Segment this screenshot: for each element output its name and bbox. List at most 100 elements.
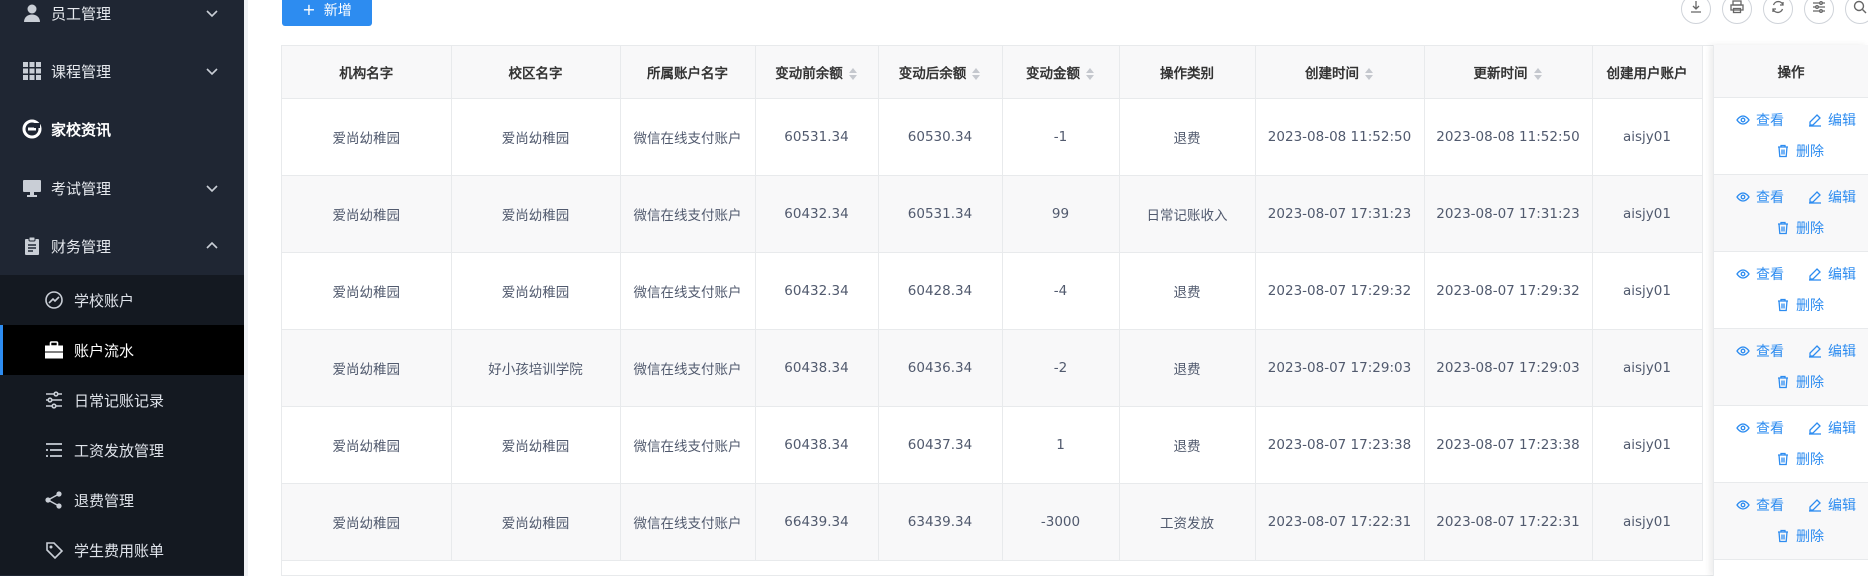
table-cell: 60432.34: [755, 252, 879, 330]
edit-button[interactable]: 编辑: [1808, 418, 1856, 438]
table-cell: 微信在线支付账户: [620, 252, 756, 330]
view-label: 查看: [1756, 113, 1784, 129]
tag-icon: [44, 540, 64, 560]
sidebar-item-label: 工资发放管理: [74, 441, 165, 460]
table-row[interactable]: 爱尚幼稚园 爱尚幼稚园 微信在线支付账户 60531.34 60530.34 -1 退费 20…: [282, 98, 1703, 176]
table-cell: -4: [1002, 252, 1120, 330]
column-header-updated[interactable]: 更新时间: [1424, 46, 1593, 99]
edit-button[interactable]: 编辑: [1808, 341, 1856, 361]
edit-button[interactable]: 编辑: [1808, 264, 1856, 284]
search-button[interactable]: [1845, 0, 1868, 24]
table-cell: 63439.34: [878, 483, 1003, 561]
view-button[interactable]: 查看: [1736, 187, 1784, 207]
eye-icon: [1736, 346, 1750, 356]
table-cell: 微信在线支付账户: [620, 175, 756, 253]
table-cell: 99: [1002, 175, 1120, 253]
edit-label: 编辑: [1828, 344, 1856, 360]
action-cell: 查看 编辑 删除: [1714, 406, 1868, 483]
table-row[interactable]: 爱尚幼稚园 爱尚幼稚园 微信在线支付账户 66439.34 63439.34 -3000 工…: [282, 483, 1703, 561]
add-button[interactable]: + 新增: [282, 0, 372, 26]
edit-button[interactable]: 编辑: [1808, 187, 1856, 207]
view-button[interactable]: 查看: [1736, 264, 1784, 284]
trash-icon: [1778, 452, 1788, 466]
column-settings-button[interactable]: [1804, 0, 1834, 24]
delete-button[interactable]: 删除: [1776, 449, 1824, 469]
delete-button[interactable]: 删除: [1776, 526, 1824, 546]
sidebar-item-finance[interactable]: 财务管理: [0, 217, 244, 275]
delete-label: 删除: [1796, 529, 1824, 545]
column-header-label: 操作类别: [1160, 65, 1214, 82]
trash-icon: [1778, 221, 1788, 235]
news-icon: [21, 118, 43, 140]
sidebar-item-salary[interactable]: 工资发放管理: [0, 425, 244, 475]
column-header-balance-after[interactable]: 变动后余额: [878, 46, 1003, 99]
table-row[interactable]: 爱尚幼稚园 爱尚幼稚园 微信在线支付账户 60432.34 60531.34 99 日常记账…: [282, 175, 1703, 253]
sort-icon[interactable]: [1365, 67, 1374, 81]
view-button[interactable]: 查看: [1736, 418, 1784, 438]
edit-icon: [1809, 345, 1821, 358]
column-header-label: 所属账户名字: [647, 65, 728, 82]
sidebar-item-refund[interactable]: 退费管理: [0, 475, 244, 525]
edit-icon: [1809, 114, 1821, 127]
sidebar-item-exam[interactable]: 考试管理: [0, 159, 244, 217]
sidebar-item-account-flow[interactable]: 账户流水: [0, 325, 244, 375]
delete-button[interactable]: 删除: [1776, 141, 1824, 161]
table-cell: 好小孩培训学院: [451, 329, 621, 407]
table-cell: 微信在线支付账户: [620, 329, 756, 407]
view-button[interactable]: 查看: [1736, 110, 1784, 130]
table-cell: 退费: [1119, 329, 1256, 407]
sidebar-item-student-bills[interactable]: 学生费用账单: [0, 525, 244, 575]
trash-icon: [1778, 529, 1788, 543]
column-header-balance-before[interactable]: 变动前余额: [755, 46, 879, 99]
view-button[interactable]: 查看: [1736, 495, 1784, 515]
sidebar-item-school-account[interactable]: 学校账户: [0, 275, 244, 325]
print-button[interactable]: [1722, 0, 1752, 24]
sort-icon[interactable]: [972, 67, 981, 81]
sort-icon[interactable]: [1533, 67, 1543, 81]
table-cell: 2023-08-07 17:31:23: [1424, 175, 1593, 253]
table-cell: 2023-08-07 17:29:03: [1424, 329, 1593, 407]
delete-label: 删除: [1796, 452, 1824, 468]
plus-icon: +: [302, 0, 316, 19]
sidebar-item-news[interactable]: 家校资讯: [0, 100, 244, 158]
delete-label: 删除: [1796, 298, 1824, 314]
table-cell: aisjy01: [1592, 175, 1703, 253]
table-cell: 2023-08-07 17:29:32: [1255, 252, 1425, 330]
eye-icon: [1736, 423, 1750, 433]
delete-button[interactable]: 删除: [1776, 372, 1824, 392]
action-cell: 查看 编辑 删除: [1714, 329, 1868, 406]
table-row[interactable]: 爱尚幼稚园 爱尚幼稚园 微信在线支付账户 60432.34 60428.34 -4 退费 20…: [282, 252, 1703, 330]
sidebar: 员工管理 课程管理 家校资讯 考试管理 财务管理 学校账户 账户流水 日常记账记…: [0, 0, 244, 576]
column-header-amount[interactable]: 变动金额: [1002, 46, 1120, 99]
sidebar-item-course[interactable]: 课程管理: [0, 42, 244, 100]
table-row[interactable]: 爱尚幼稚园 好小孩培训学院 微信在线支付账户 60438.34 60436.34 -2 退费…: [282, 329, 1703, 407]
sort-icon[interactable]: [1086, 67, 1095, 81]
action-column: 操作 查看 编辑 删除 查看 编辑 删除 查看 编辑 删除 查看 编辑 删除 查看 编辑 删除 查看 编辑 删除: [1713, 45, 1868, 576]
download-button[interactable]: [1681, 0, 1711, 24]
sidebar-item-label: 员工管理: [51, 4, 112, 23]
table-cell: 60530.34: [878, 98, 1003, 176]
view-button[interactable]: 查看: [1736, 341, 1784, 361]
sidebar-item-staff[interactable]: 员工管理: [0, 0, 244, 42]
sort-icon[interactable]: [848, 67, 858, 81]
column-header-label: 变动前余额: [775, 65, 843, 82]
delete-button[interactable]: 删除: [1776, 295, 1824, 315]
column-header-campus: 校区名字: [451, 46, 621, 99]
table-row[interactable]: 爱尚幼稚园 爱尚幼稚园 微信在线支付账户 60438.34 60437.34 1 退费 202…: [282, 406, 1703, 484]
column-header-created[interactable]: 创建时间: [1255, 46, 1425, 99]
edit-label: 编辑: [1828, 421, 1856, 437]
eye-icon: [1736, 500, 1750, 510]
edit-label: 编辑: [1828, 267, 1856, 283]
refresh-button[interactable]: [1763, 0, 1793, 24]
view-label: 查看: [1756, 498, 1784, 514]
sidebar-item-daily-records[interactable]: 日常记账记录: [0, 375, 244, 425]
settings-icon: [1812, 0, 1826, 18]
edit-button[interactable]: 编辑: [1808, 110, 1856, 130]
table-cell: 66439.34: [755, 483, 879, 561]
sidebar-item-label: 考试管理: [51, 179, 112, 198]
clipboard-icon: [21, 235, 43, 257]
table-cell: 60531.34: [878, 175, 1003, 253]
delete-label: 删除: [1796, 375, 1824, 391]
delete-button[interactable]: 删除: [1776, 218, 1824, 238]
edit-button[interactable]: 编辑: [1808, 495, 1856, 515]
